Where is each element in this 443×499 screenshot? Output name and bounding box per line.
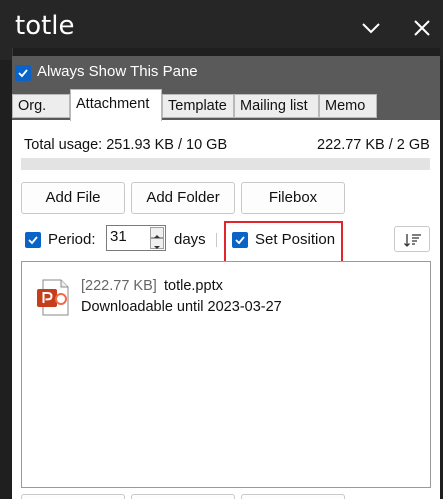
set-position-checkbox[interactable] [232, 232, 248, 248]
stepper-buttons [150, 227, 164, 249]
bottom-button[interactable] [131, 494, 235, 499]
stepper-down-icon[interactable] [150, 238, 164, 249]
file-availability: Downloadable until 2023-03-27 [81, 299, 282, 315]
tab-mailing-list[interactable]: Mailing list [234, 94, 319, 118]
period-days-stepper[interactable]: 31 [106, 225, 166, 251]
file-size: [222.77 KB] [81, 278, 157, 294]
pane-title: totle [15, 11, 75, 41]
usage-progress-bar [21, 158, 430, 170]
bottom-button[interactable] [241, 494, 345, 499]
powerpoint-file-icon [35, 278, 71, 318]
tab-memo[interactable]: Memo [319, 94, 377, 118]
stepper-up-icon[interactable] [150, 227, 164, 238]
add-file-button[interactable]: Add File [21, 182, 125, 214]
sort-icon [404, 234, 421, 247]
always-show-label: Always Show This Pane [37, 63, 198, 80]
divider [216, 233, 217, 247]
always-show-checkbox[interactable] [15, 65, 31, 81]
list-item[interactable]: [222.77 KB] totle.pptx Downloadable unti… [35, 278, 415, 322]
add-folder-button[interactable]: Add Folder [131, 182, 235, 214]
file-name: totle.pptx [164, 278, 223, 294]
chevron-down-icon[interactable] [359, 16, 383, 40]
days-unit-label: days [174, 231, 206, 248]
total-usage-text: Total usage: 251.93 KB / 10 GB [24, 137, 228, 153]
close-icon[interactable] [410, 16, 434, 40]
sort-button[interactable] [394, 226, 430, 252]
tab-attachment[interactable]: Attachment [70, 89, 162, 121]
tab-org[interactable]: Org. [12, 94, 70, 118]
bottom-button[interactable] [21, 494, 125, 499]
period-label: Period: [48, 231, 96, 248]
period-days-value[interactable]: 31 [110, 228, 127, 245]
tab-template[interactable]: Template [162, 94, 234, 118]
period-checkbox[interactable] [25, 232, 41, 248]
always-show-row: Always Show This Pane [12, 56, 440, 91]
set-position-label[interactable]: Set Position [255, 231, 335, 248]
filebox-button[interactable]: Filebox [241, 182, 345, 214]
quota-usage-text: 222.77 KB / 2 GB [317, 137, 430, 153]
